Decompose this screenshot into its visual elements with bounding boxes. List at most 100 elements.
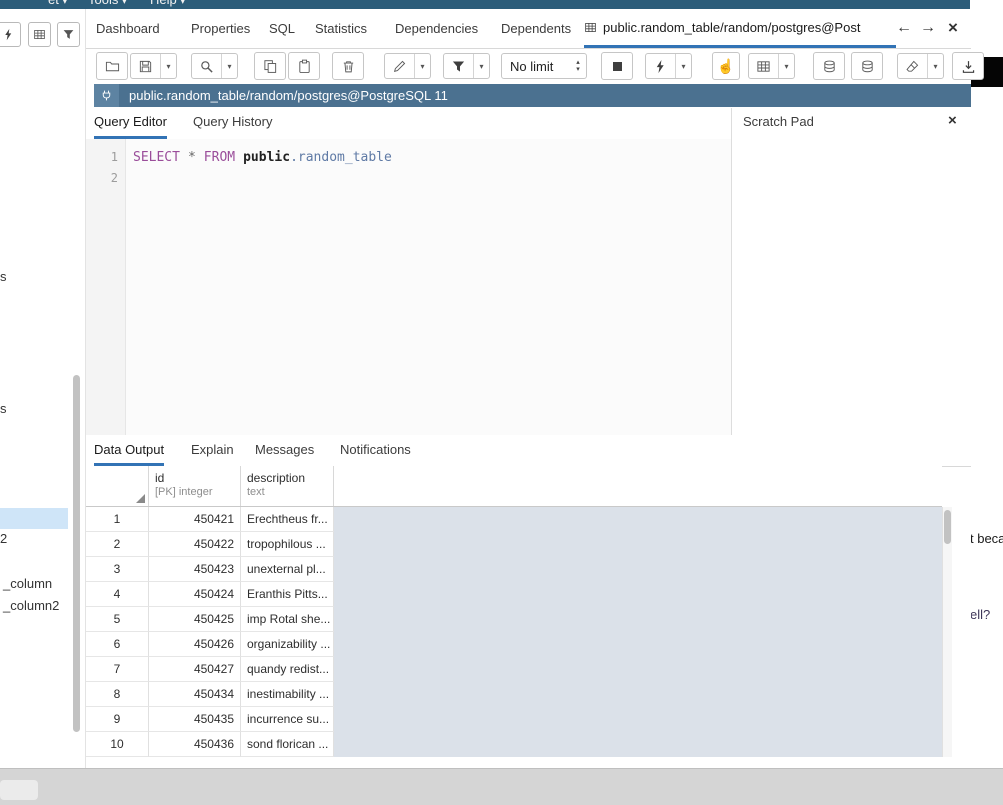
select-all-corner[interactable] bbox=[86, 466, 149, 506]
row-limit-select[interactable]: No limit ▴▾ bbox=[501, 53, 587, 79]
download-button[interactable] bbox=[952, 52, 984, 80]
spinner-down-icon: ▾ bbox=[576, 66, 580, 73]
row-number-cell[interactable]: 5 bbox=[86, 607, 149, 632]
description-cell[interactable]: organizability ... bbox=[241, 632, 334, 657]
id-cell[interactable]: 450423 bbox=[149, 557, 241, 582]
description-cell[interactable]: inestimability ... bbox=[241, 682, 334, 707]
id-cell[interactable]: 450422 bbox=[149, 532, 241, 557]
row-number-cell[interactable]: 6 bbox=[86, 632, 149, 657]
row-number-cell[interactable]: 10 bbox=[86, 732, 149, 757]
edit-dropdown-button[interactable]: ▾ bbox=[414, 54, 430, 78]
tree-item-fragment[interactable]: _column2 bbox=[3, 598, 59, 613]
stop-button[interactable] bbox=[601, 52, 633, 80]
id-cell[interactable]: 450427 bbox=[149, 657, 241, 682]
tab-dashboard[interactable]: Dashboard bbox=[96, 9, 160, 48]
tree-item-fragment[interactable]: 2 bbox=[0, 531, 7, 546]
id-cell[interactable]: 450424 bbox=[149, 582, 241, 607]
tab-dependents[interactable]: Dependents bbox=[501, 9, 571, 48]
copy-button[interactable] bbox=[254, 52, 286, 80]
sql-code-line[interactable]: SELECT*FROMpublic.random_table bbox=[133, 147, 392, 168]
tab-query-history[interactable]: Query History bbox=[193, 108, 272, 136]
find-button[interactable] bbox=[192, 54, 221, 78]
connection-status-box[interactable] bbox=[94, 84, 119, 107]
query-tool-button[interactable] bbox=[0, 22, 21, 47]
description-cell[interactable]: quandy redist... bbox=[241, 657, 334, 682]
description-cell[interactable]: Eranthis Pitts... bbox=[241, 582, 334, 607]
description-cell[interactable]: imp Rotal she... bbox=[241, 607, 334, 632]
execute-button[interactable] bbox=[646, 54, 675, 78]
tab-data-output[interactable]: Data Output bbox=[94, 437, 164, 466]
row-number-cell[interactable]: 2 bbox=[86, 532, 149, 557]
caret-icon: ▾ bbox=[122, 0, 126, 6]
tab-query-tool[interactable]: public.random_table/random/postgres@Post bbox=[584, 9, 896, 48]
tab-notifications[interactable]: Notifications bbox=[340, 437, 411, 463]
description-cell[interactable]: incurrence su... bbox=[241, 707, 334, 732]
execute-dropdown-button[interactable]: ▾ bbox=[675, 54, 691, 78]
tab-query-editor[interactable]: Query Editor bbox=[94, 108, 167, 139]
id-cell[interactable]: 450425 bbox=[149, 607, 241, 632]
filter-dropdown-button[interactable]: ▾ bbox=[473, 54, 489, 78]
commit-button[interactable] bbox=[813, 52, 845, 80]
grid-vertical-scrollbar[interactable] bbox=[942, 507, 952, 757]
hand-button[interactable]: ☝ bbox=[712, 52, 740, 80]
row-number-cell[interactable]: 3 bbox=[86, 557, 149, 582]
pencil-icon bbox=[392, 59, 407, 74]
row-number-cell[interactable]: 8 bbox=[86, 682, 149, 707]
scratch-pad-area[interactable] bbox=[732, 139, 971, 435]
id-cell[interactable]: 450421 bbox=[149, 507, 241, 532]
id-cell[interactable]: 450436 bbox=[149, 732, 241, 757]
tab-properties[interactable]: Properties bbox=[191, 9, 250, 48]
tree-item-fragment[interactable]: s bbox=[0, 401, 7, 416]
grid-scrollbar-thumb[interactable] bbox=[944, 510, 951, 544]
folder-open-icon bbox=[105, 59, 120, 74]
spinner-icon[interactable]: ▴▾ bbox=[570, 59, 586, 73]
menu-item-help[interactable]: Help▾ bbox=[150, 0, 185, 7]
tab-nav-back-button[interactable]: ← bbox=[896, 9, 912, 48]
id-cell[interactable]: 450434 bbox=[149, 682, 241, 707]
tab-explain[interactable]: Explain bbox=[191, 437, 234, 463]
menu-item-object[interactable]: et▾ bbox=[48, 0, 67, 7]
edit-button[interactable] bbox=[385, 54, 414, 78]
tree-item-fragment[interactable]: s bbox=[0, 269, 7, 284]
tab-close-button[interactable]: × bbox=[948, 9, 958, 48]
delete-button[interactable] bbox=[332, 52, 364, 80]
sql-editor[interactable]: 1 2 SELECT*FROMpublic.random_table bbox=[86, 139, 731, 435]
tab-sql[interactable]: SQL bbox=[269, 9, 295, 48]
row-number-cell[interactable]: 7 bbox=[86, 657, 149, 682]
tab-dependencies[interactable]: Dependencies bbox=[395, 9, 478, 48]
filter-button[interactable] bbox=[444, 54, 473, 78]
paste-button[interactable] bbox=[288, 52, 320, 80]
rollback-button[interactable] bbox=[851, 52, 883, 80]
tree-item-fragment[interactable]: _column bbox=[3, 576, 52, 591]
save-button[interactable] bbox=[131, 54, 160, 78]
id-cell[interactable]: 450426 bbox=[149, 632, 241, 657]
find-dropdown-button[interactable]: ▾ bbox=[221, 54, 237, 78]
tab-messages[interactable]: Messages bbox=[255, 437, 314, 463]
tab-nav-forward-button[interactable]: → bbox=[920, 9, 936, 48]
tree-selected-highlight[interactable] bbox=[0, 508, 68, 529]
row-number-cell[interactable]: 1 bbox=[86, 507, 149, 532]
caret-icon: ▾ bbox=[63, 0, 67, 6]
menu-item-tools[interactable]: Tools▾ bbox=[88, 0, 126, 7]
id-cell[interactable]: 450435 bbox=[149, 707, 241, 732]
scratch-pad-close-button[interactable]: × bbox=[948, 112, 957, 129]
description-cell[interactable]: sond florican ... bbox=[241, 732, 334, 757]
column-header-id[interactable]: id [PK] integer bbox=[149, 466, 241, 506]
plug-icon bbox=[100, 89, 113, 102]
column-header-description[interactable]: description text bbox=[241, 466, 334, 506]
clear-dropdown-button[interactable]: ▾ bbox=[927, 54, 943, 78]
row-number-cell[interactable]: 4 bbox=[86, 582, 149, 607]
description-cell[interactable]: unexternal pl... bbox=[241, 557, 334, 582]
view-data-button[interactable] bbox=[28, 22, 51, 47]
filtered-rows-button[interactable] bbox=[57, 22, 80, 47]
grid-options-button[interactable] bbox=[749, 54, 778, 78]
tree-scrollbar[interactable] bbox=[73, 375, 80, 732]
save-dropdown-button[interactable]: ▾ bbox=[160, 54, 176, 78]
open-file-button[interactable] bbox=[96, 52, 128, 80]
grid-options-dropdown-button[interactable]: ▾ bbox=[778, 54, 794, 78]
description-cell[interactable]: tropophilous ... bbox=[241, 532, 334, 557]
row-number-cell[interactable]: 9 bbox=[86, 707, 149, 732]
tab-statistics[interactable]: Statistics bbox=[315, 9, 367, 48]
description-cell[interactable]: Erechtheus fr... bbox=[241, 507, 334, 532]
clear-button[interactable] bbox=[898, 54, 927, 78]
